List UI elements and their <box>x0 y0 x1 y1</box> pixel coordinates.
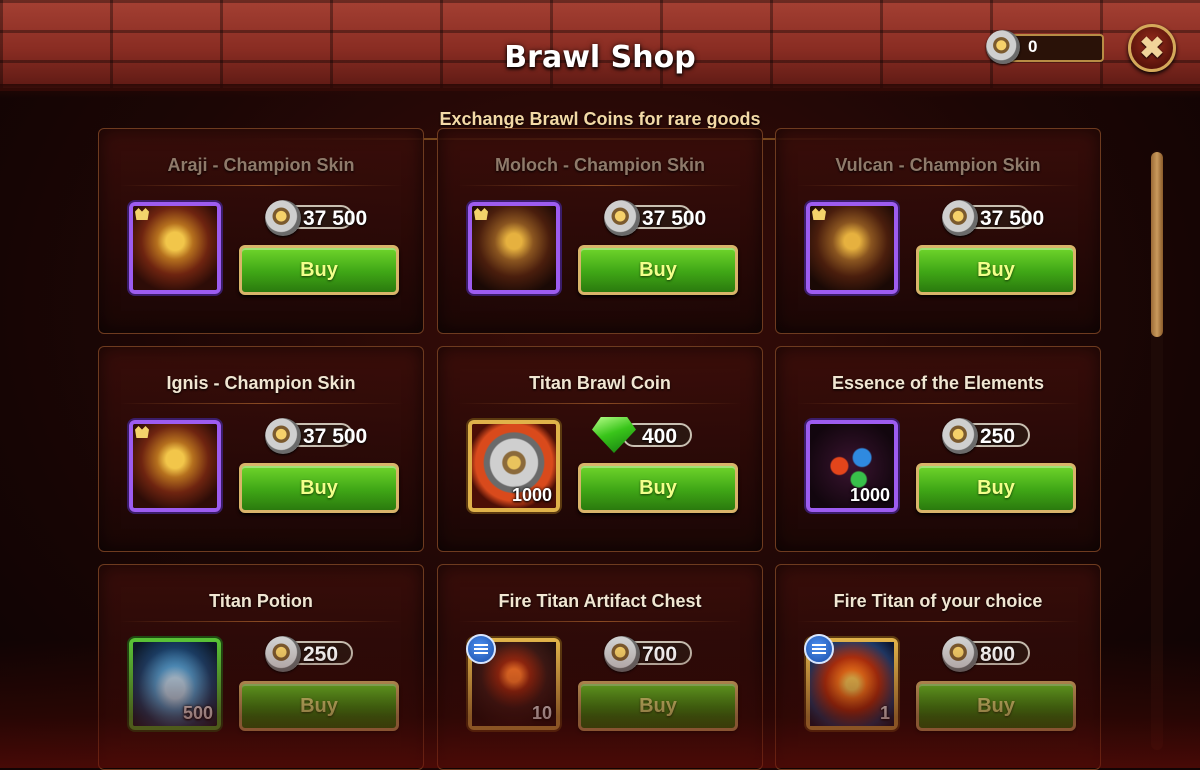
shop-item-card: Titan Potion 500 250 Buy <box>98 564 424 770</box>
price-tag: 250 <box>259 636 379 672</box>
card-divider <box>458 185 742 186</box>
price-value: 400 <box>642 425 678 448</box>
item-name: Araji - Champion Skin <box>167 155 355 175</box>
brawl-coin-icon <box>265 418 301 454</box>
buy-label: Buy <box>300 477 338 499</box>
card-divider <box>119 621 403 622</box>
buy-label: Buy <box>639 695 677 717</box>
shop-item-card: Fire Titan Artifact Chest 10 700 Buy <box>437 564 763 770</box>
price-value: 700 <box>642 643 678 666</box>
brawl-coin-icon <box>604 200 640 236</box>
price-value: 37 500 <box>303 425 368 448</box>
item-name: Vulcan - Champion Skin <box>835 155 1041 175</box>
item-quantity: 1 <box>879 703 890 723</box>
close-icon: ✖ <box>1139 32 1165 65</box>
shop-item-card: Araji - Champion Skin 37 500 Buy <box>98 128 424 334</box>
buy-label: Buy <box>300 695 338 717</box>
card-divider <box>796 185 1080 186</box>
buy-label: Buy <box>639 477 677 499</box>
price-value: 37 500 <box>303 207 368 230</box>
shop-item-card: Ignis - Champion Skin 37 500 Buy <box>98 346 424 552</box>
price-value: 37 500 <box>642 207 707 230</box>
coin-balance-value: 0 <box>1028 37 1038 56</box>
buy-button[interactable]: Buy <box>578 681 738 731</box>
price-tag: 250 <box>936 418 1056 454</box>
essence-icon[interactable]: 1000 <box>806 420 898 512</box>
price-tag: 37 500 <box>598 200 718 236</box>
champion-skin-icon[interactable] <box>129 420 221 512</box>
shop-item-card: Essence of the Elements 1000 250 Buy <box>775 346 1101 552</box>
titan-brawl-coin-icon[interactable]: 1000 <box>468 420 560 512</box>
price-value: 800 <box>980 643 1016 666</box>
buy-button[interactable]: Buy <box>578 245 738 295</box>
buy-button[interactable]: Buy <box>239 463 399 513</box>
item-name: Moloch - Champion Skin <box>495 155 705 175</box>
shop-item-card: Titan Brawl Coin 1000 400 Buy <box>437 346 763 552</box>
item-name: Fire Titan Artifact Chest <box>498 591 702 611</box>
item-quantity: 1000 <box>511 485 552 505</box>
buy-label: Buy <box>300 259 338 281</box>
card-divider <box>458 621 742 622</box>
price-value: 250 <box>980 425 1016 448</box>
brawl-coin-icon <box>942 418 978 454</box>
price-tag: 700 <box>598 636 718 672</box>
champion-skin-icon[interactable] <box>129 202 221 294</box>
price-tag: 37 500 <box>936 200 1056 236</box>
brawl-coin-icon <box>265 200 301 236</box>
item-quantity: 500 <box>182 703 213 723</box>
buy-button[interactable]: Buy <box>239 681 399 731</box>
brawl-coin-icon <box>604 636 640 672</box>
buy-button[interactable]: Buy <box>916 681 1076 731</box>
champion-skin-icon[interactable] <box>468 202 560 294</box>
buy-label: Buy <box>639 259 677 281</box>
list-info-icon[interactable] <box>466 634 496 664</box>
price-tag: 37 500 <box>259 418 379 454</box>
scrollbar[interactable] <box>1151 150 1163 750</box>
card-divider <box>796 621 1080 622</box>
brawl-coin-icon <box>986 30 1020 64</box>
item-name: Fire Titan of your choice <box>833 591 1043 611</box>
price-tag: 800 <box>936 636 1056 672</box>
brawl-coin-icon <box>942 636 978 672</box>
price-value: 250 <box>303 643 339 666</box>
item-name: Essence of the Elements <box>831 373 1045 393</box>
card-divider <box>119 185 403 186</box>
coin-balance: 0 <box>986 30 1104 64</box>
list-info-icon[interactable] <box>804 634 834 664</box>
brawl-coin-icon <box>942 200 978 236</box>
shop-item-card: Fire Titan of your choice 1 800 Buy <box>775 564 1101 770</box>
price-value: 37 500 <box>980 207 1045 230</box>
fire-titan-icon[interactable]: 1 <box>804 634 898 730</box>
item-name: Ignis - Champion Skin <box>166 373 356 393</box>
card-divider <box>119 403 403 404</box>
item-quantity: 1000 <box>849 485 890 505</box>
buy-label: Buy <box>977 695 1015 717</box>
champion-skin-icon[interactable] <box>806 202 898 294</box>
item-quantity: 10 <box>531 703 552 723</box>
shop-item-card: Moloch - Champion Skin 37 500 Buy <box>437 128 763 334</box>
card-divider <box>458 403 742 404</box>
close-button[interactable]: ✖ <box>1128 24 1176 72</box>
shop-subtitle: Exchange Brawl Coins for rare goods <box>439 109 761 129</box>
item-name: Titan Brawl Coin <box>529 373 671 393</box>
shop-item-card: Vulcan - Champion Skin 37 500 Buy <box>775 128 1101 334</box>
price-tag: 37 500 <box>259 200 379 236</box>
buy-label: Buy <box>977 259 1015 281</box>
brawl-coin-icon <box>265 636 301 672</box>
item-name: Titan Potion <box>209 591 313 611</box>
titan-potion-icon[interactable]: 500 <box>129 638 221 730</box>
card-divider <box>796 403 1080 404</box>
buy-label: Buy <box>977 477 1015 499</box>
artifact-chest-icon[interactable]: 10 <box>466 634 560 730</box>
emerald-icon <box>592 417 636 453</box>
buy-button[interactable]: Buy <box>578 463 738 513</box>
buy-button[interactable]: Buy <box>916 245 1076 295</box>
buy-button[interactable]: Buy <box>239 245 399 295</box>
scrollbar-thumb[interactable] <box>1151 152 1163 337</box>
buy-button[interactable]: Buy <box>916 463 1076 513</box>
price-tag: 400 <box>592 417 718 453</box>
